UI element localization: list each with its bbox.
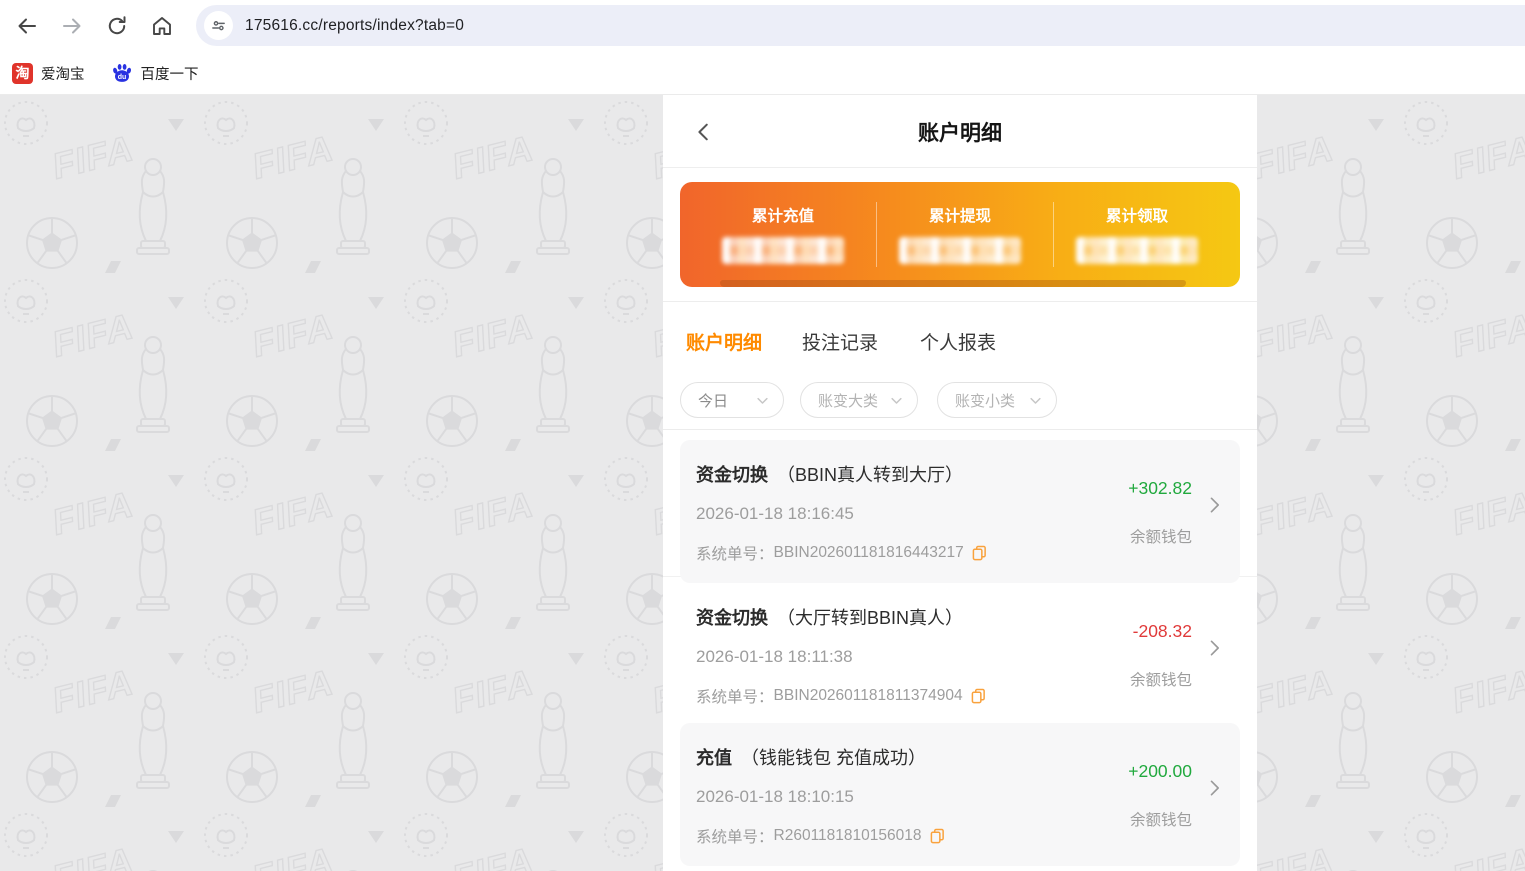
tab-personal-report[interactable]: 个人报表 [920, 328, 996, 355]
tab-account-detail[interactable]: 账户明细 [686, 328, 762, 355]
transaction-wallet: 余额钱包 [1130, 525, 1192, 547]
tab-bet-records[interactable]: 投注记录 [802, 328, 878, 355]
filter-date-dropdown[interactable]: 今日 [680, 382, 784, 418]
summary-total-deposit: 累计充值 [690, 182, 876, 287]
chevron-right-icon[interactable] [1204, 494, 1224, 516]
transaction-amount: +200.00 [1128, 761, 1192, 782]
transaction-card[interactable]: 资金切换（大厅转到BBIN真人） 2026-01-18 18:11:38 系统单… [680, 583, 1240, 723]
page-title: 账户明细 [663, 117, 1257, 147]
transaction-serial: 系统单号：BBIN202601181816443217 [696, 542, 987, 564]
filter-minor-type-dropdown[interactable]: 账变小类 [937, 382, 1057, 418]
home-icon[interactable] [150, 14, 174, 38]
bookmark-taobao[interactable]: 淘 爱淘宝 [12, 63, 85, 84]
page-header: 账户明细 [663, 95, 1257, 168]
chevron-down-icon [755, 393, 770, 408]
forward-icon[interactable] [60, 14, 84, 38]
reload-icon[interactable] [105, 14, 129, 38]
taobao-icon: 淘 [12, 63, 33, 84]
summary-total-withdraw: 累计提现 [867, 182, 1053, 287]
transaction-wallet: 余额钱包 [1130, 808, 1192, 830]
copy-icon[interactable] [971, 688, 986, 704]
transaction-datetime: 2026-01-18 18:11:38 [696, 647, 853, 667]
url-text[interactable]: 175616.cc/reports/index?tab=0 [245, 17, 464, 35]
chevron-down-icon [889, 393, 904, 408]
transaction-datetime: 2026-01-18 18:16:45 [696, 504, 854, 524]
transaction-wallet: 余额钱包 [1130, 668, 1192, 690]
baidu-icon: du [111, 62, 133, 84]
transaction-card[interactable]: 充值（钱能钱包 充值成功） 2026-01-18 18:10:15 系统单号：R… [680, 723, 1240, 866]
divider [876, 202, 877, 267]
blurred-value [899, 237, 1021, 264]
transaction-serial: 系统单号：BBIN202601181811374904 [696, 685, 986, 707]
transaction-datetime: 2026-01-18 18:10:15 [696, 787, 854, 807]
browser-toolbar: 175616.cc/reports/index?tab=0 [0, 0, 1525, 52]
transaction-title: 充值（钱能钱包 充值成功） [696, 744, 926, 770]
transaction-amount: -208.32 [1133, 621, 1192, 642]
bookmark-baidu[interactable]: du 百度一下 [111, 62, 199, 84]
divider [1053, 202, 1054, 267]
address-bar[interactable]: 175616.cc/reports/index?tab=0 [196, 5, 1525, 46]
transaction-serial: 系统单号：R2601181810156018 [696, 825, 945, 847]
back-icon[interactable] [15, 14, 39, 38]
blurred-value [722, 237, 844, 264]
tab-bar: 账户明细 投注记录 个人报表 [663, 302, 1257, 370]
chevron-right-icon[interactable] [1204, 777, 1224, 799]
copy-icon[interactable] [972, 545, 987, 561]
chevron-right-icon[interactable] [1204, 637, 1224, 659]
bookmarks-bar: 淘 爱淘宝 du 百度一下 [0, 52, 1525, 95]
card-bottom-strip [720, 280, 1186, 287]
transaction-title: 资金切换（大厅转到BBIN真人） [696, 604, 963, 630]
filter-bar: 今日 账变大类 账变小类 [663, 370, 1257, 430]
transaction-amount: +302.82 [1128, 478, 1192, 499]
blurred-value [1076, 237, 1198, 264]
svg-text:du: du [117, 74, 126, 81]
copy-icon[interactable] [930, 828, 945, 844]
account-detail-panel: 账户明细 累计充值 累计提现 累计领取 账户明细 投注记录 个人报表 今日 [663, 95, 1257, 871]
transaction-title: 资金切换（BBIN真人转到大厅） [696, 461, 963, 487]
chevron-down-icon [1028, 393, 1043, 408]
transaction-card[interactable]: 资金切换（BBIN真人转到大厅） 2026-01-18 18:16:45 系统单… [680, 440, 1240, 583]
summary-card: 累计充值 累计提现 累计领取 [680, 182, 1240, 287]
filter-major-type-dropdown[interactable]: 账变大类 [800, 382, 918, 418]
site-settings-icon[interactable] [204, 11, 233, 40]
summary-total-claimed: 累计领取 [1044, 182, 1230, 287]
